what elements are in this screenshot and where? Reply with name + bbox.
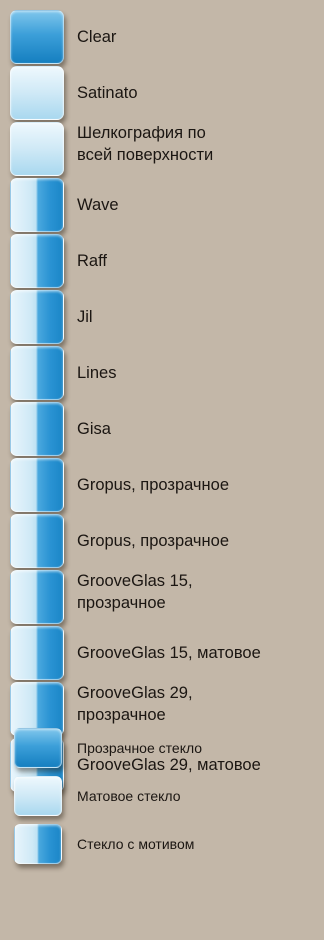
glass-option-label: Satinato <box>77 84 138 102</box>
glass-option-label: Wave <box>77 196 119 214</box>
pattern-glass-swatch <box>10 514 64 568</box>
pattern-glass-swatch <box>14 824 62 864</box>
pattern-glass-swatch <box>10 346 64 400</box>
glass-option-label: Lines <box>77 364 117 382</box>
pattern-glass-swatch <box>10 626 64 680</box>
pattern-glass-swatch <box>10 290 64 344</box>
glass-option-label: GrooveGlas 29, матовое <box>77 756 261 774</box>
clear-glass-swatch <box>10 10 64 64</box>
pattern-glass-swatch <box>10 234 64 288</box>
glass-option-label: Clear <box>77 28 117 46</box>
glass-option-label-line: прозрачное <box>77 706 166 724</box>
glass-option-label: Gropus, прозрачное <box>77 532 229 550</box>
glass-option-label: GrooveGlas 15, матовое <box>77 644 261 662</box>
pattern-glass-swatch <box>10 458 64 512</box>
glass-option-label: Gropus, прозрачное <box>77 476 229 494</box>
frosted-glass-swatch <box>14 776 62 816</box>
frosted-glass-swatch <box>10 122 64 176</box>
glass-option-label-line: Шелкография по <box>77 124 206 142</box>
frosted-glass-swatch <box>10 66 64 120</box>
glass-option-label: GrooveGlas 15, прозрачное <box>77 570 193 614</box>
pattern-glass-swatch <box>10 570 64 624</box>
glass-option-label: Jil <box>77 308 93 326</box>
clear-glass-swatch <box>14 728 62 768</box>
glass-option-label: Gisa <box>77 420 111 438</box>
legend-label: Стекло с мотивом <box>77 836 195 852</box>
glass-option-label: Raff <box>77 252 107 270</box>
glass-option-label: GrooveGlas 29, прозрачное <box>77 682 193 726</box>
pattern-glass-swatch <box>10 178 64 232</box>
glass-option-label-line: GrooveGlas 15, <box>77 572 193 590</box>
legend-label: Матовое стекло <box>77 788 181 804</box>
glass-option-label-line: прозрачное <box>77 594 166 612</box>
legend-label: Прозрачное стекло <box>77 740 203 756</box>
glass-option-label: Шелкография по всей поверхности <box>77 122 213 166</box>
glass-option-label-line: GrooveGlas 29, <box>77 684 193 702</box>
glass-option-label-line: всей поверхности <box>77 146 214 164</box>
pattern-glass-swatch <box>10 402 64 456</box>
